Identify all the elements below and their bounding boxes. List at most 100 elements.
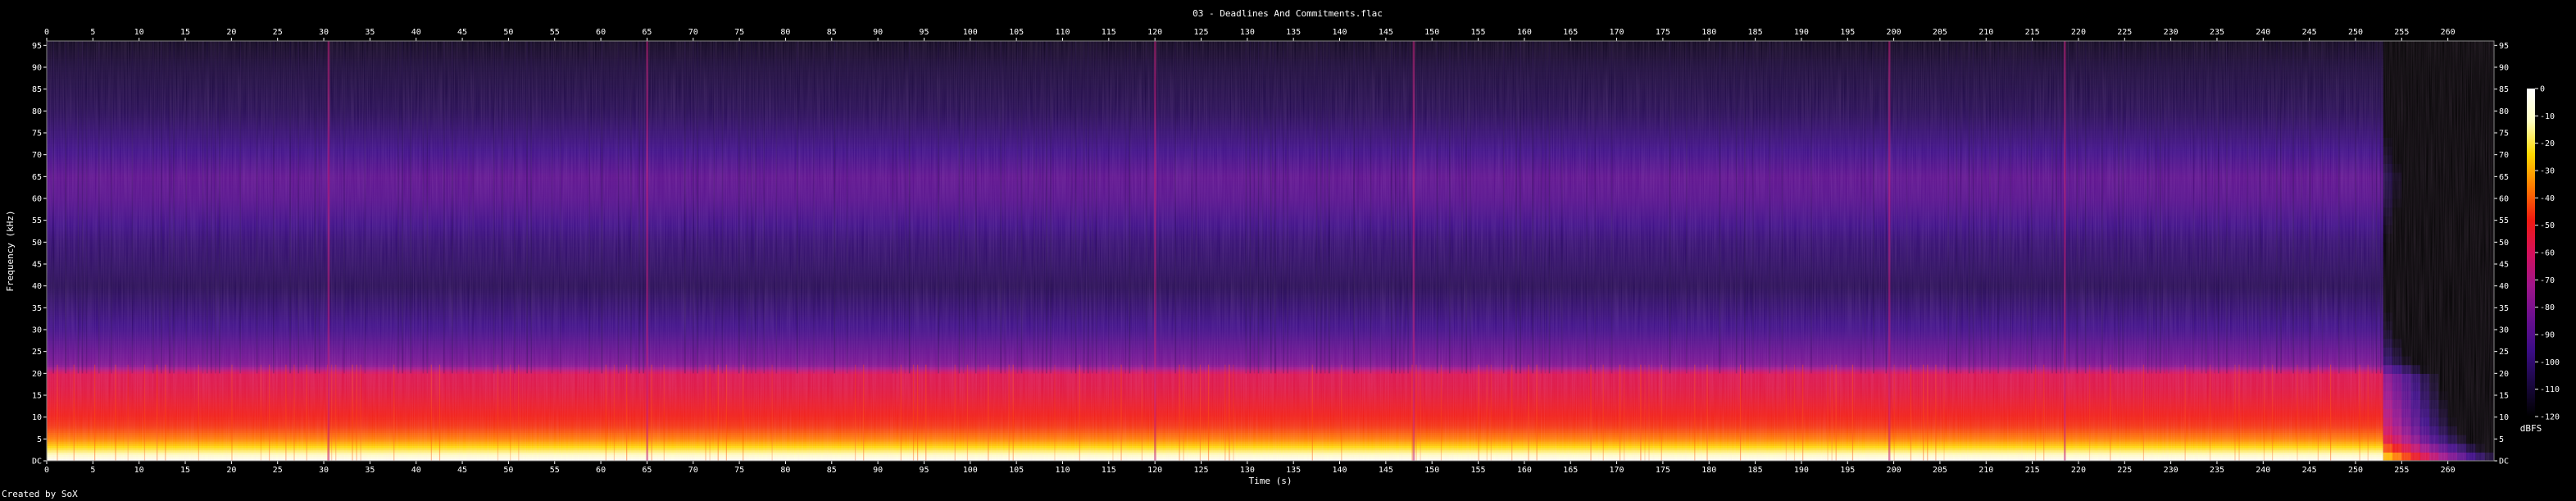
y-tick-right-label: 70 — [2499, 151, 2509, 160]
x-tick-bottom-label: 80 — [780, 466, 790, 475]
x-tick-bottom-label: 70 — [688, 466, 698, 475]
y-tick-right-label: 25 — [2499, 348, 2509, 357]
x-tick-bottom-label: 185 — [1748, 466, 1763, 475]
x-tick-bottom-label: 225 — [2117, 466, 2132, 475]
x-tick-bottom-label: 95 — [919, 466, 929, 475]
x-tick-bottom-label: 5 — [90, 466, 95, 475]
colorbar-tick-label: -50 — [2540, 221, 2555, 230]
x-tick-bottom-label: 145 — [1379, 466, 1393, 475]
x-tick-top-label: 260 — [2441, 28, 2456, 37]
x-tick-top-label: 125 — [1193, 28, 1208, 37]
x-tick-bottom-label: 10 — [134, 466, 144, 475]
x-tick-top-label: 30 — [319, 28, 329, 37]
x-tick-bottom-label: 165 — [1563, 466, 1578, 475]
y-tick-right-label: 55 — [2499, 216, 2509, 225]
x-tick-bottom-label: 100 — [963, 466, 978, 475]
x-tick-bottom-label: 200 — [1887, 466, 1901, 475]
x-tick-top-label: 120 — [1147, 28, 1162, 37]
x-tick-bottom-label: 30 — [319, 466, 329, 475]
colorbar: 0 -10 -20 -30 -40 -50 -60 -70 -80 -90 -100 -110 -120… — [2520, 85, 2560, 435]
x-tick-top-label: 130 — [1240, 28, 1255, 37]
colorbar-tick-label: -10 — [2540, 112, 2555, 121]
y-tick-right-label: 5 — [2499, 435, 2504, 444]
x-tick-top-label: 215 — [2025, 28, 2040, 37]
x-tick-top-label: 165 — [1563, 28, 1578, 37]
x-tick-bottom-label: 160 — [1517, 466, 1532, 475]
x-tick-bottom-label: 125 — [1193, 466, 1208, 475]
y-tick-left-label: 35 — [32, 304, 42, 313]
y-tick-left-label: 90 — [32, 64, 42, 73]
y-axis-right: DC 5 10 15 20 25 30 35 40 45 50 55 60 65 70 75 80 85 90 95 — [2494, 42, 2509, 467]
x-tick-top-label: 65 — [642, 28, 652, 37]
x-axis-top: 0 5 10 15 20 25 30 35 40 45 50 55 60 65 70 75 80 85 90 95 10… — [44, 28, 2456, 41]
x-tick-bottom-label: 150 — [1424, 466, 1439, 475]
x-tick-top-label: 225 — [2117, 28, 2132, 37]
x-tick-bottom-label: 0 — [44, 466, 49, 475]
x-tick-top-label: 10 — [134, 28, 144, 37]
x-tick-top-label: 150 — [1424, 28, 1439, 37]
x-tick-bottom-label: 170 — [1610, 466, 1624, 475]
y-tick-left-label: 10 — [32, 413, 42, 422]
y-tick-right-label: 75 — [2499, 130, 2509, 139]
colorbar-label: dBFS — [2520, 423, 2542, 434]
y-tick-left-label: 40 — [32, 282, 42, 291]
x-tick-bottom-label: 50 — [503, 466, 513, 475]
y-tick-right-label: 40 — [2499, 282, 2509, 291]
colorbar-scale — [2527, 89, 2535, 417]
x-tick-top-label: 105 — [1009, 28, 1024, 37]
colorbar-tick-label: -40 — [2540, 194, 2555, 203]
y-tick-right-label: 30 — [2499, 326, 2509, 335]
x-tick-bottom-label: 45 — [457, 466, 467, 475]
x-tick-top-label: 220 — [2071, 28, 2086, 37]
colorbar-tick-label: -80 — [2540, 303, 2555, 312]
x-tick-top-label: 55 — [550, 28, 560, 37]
x-tick-top-label: 15 — [180, 28, 190, 37]
y-tick-left-label: 25 — [32, 348, 42, 357]
x-tick-bottom-label: 255 — [2394, 466, 2409, 475]
colorbar-tick-label: -120 — [2540, 413, 2560, 422]
x-tick-top-label: 25 — [273, 28, 283, 37]
x-tick-top-label: 170 — [1610, 28, 1624, 37]
x-tick-top-label: 80 — [780, 28, 790, 37]
credit-text: Created by SoX — [2, 489, 78, 499]
x-tick-bottom-label: 260 — [2441, 466, 2456, 475]
x-tick-bottom-label: 110 — [1055, 466, 1070, 475]
x-tick-top-label: 20 — [226, 28, 236, 37]
x-tick-bottom-label: 215 — [2025, 466, 2040, 475]
x-tick-bottom-label: 245 — [2302, 466, 2317, 475]
x-tick-top-label: 50 — [503, 28, 513, 37]
y-tick-right-label: 20 — [2499, 370, 2509, 379]
y-tick-left-label: 60 — [32, 195, 42, 204]
x-tick-top-label: 110 — [1055, 28, 1070, 37]
colorbar-tick-label: -30 — [2540, 167, 2555, 176]
texture-overlay — [47, 41, 2494, 461]
colorbar-tick-label: -60 — [2540, 249, 2555, 258]
x-tick-bottom-label: 25 — [273, 466, 283, 475]
y-tick-left-label: 20 — [32, 370, 42, 379]
y-tick-right-label: 35 — [2499, 304, 2509, 313]
x-tick-top-label: 60 — [596, 28, 606, 37]
x-tick-bottom-label: 105 — [1009, 466, 1024, 475]
x-tick-top-label: 190 — [1794, 28, 1809, 37]
x-tick-bottom-label: 210 — [1979, 466, 1993, 475]
x-tick-bottom-label: 85 — [827, 466, 837, 475]
x-tick-bottom-label: 195 — [1840, 466, 1855, 475]
x-tick-top-label: 160 — [1517, 28, 1532, 37]
y-tick-left-label: 50 — [32, 239, 42, 248]
colorbar-tick-label: -20 — [2540, 139, 2555, 148]
y-tick-left-label: 80 — [32, 107, 42, 116]
colorbar-tick-label: 0 — [2540, 85, 2545, 94]
y-tick-left-label: 15 — [32, 392, 42, 401]
x-tick-top-label: 230 — [2164, 28, 2178, 37]
y-tick-right-label: 45 — [2499, 261, 2509, 270]
x-tick-top-label: 200 — [1887, 28, 1901, 37]
x-tick-top-label: 145 — [1379, 28, 1393, 37]
x-tick-top-label: 85 — [827, 28, 837, 37]
y-tick-left-label: 30 — [32, 326, 42, 335]
x-tick-bottom-label: 120 — [1147, 466, 1162, 475]
x-tick-top-label: 40 — [411, 28, 421, 37]
y-tick-right-label: DC — [2499, 458, 2509, 467]
colorbar-tick-label: -100 — [2540, 358, 2560, 367]
x-tick-top-label: 180 — [1701, 28, 1716, 37]
x-tick-bottom-label: 40 — [411, 466, 421, 475]
